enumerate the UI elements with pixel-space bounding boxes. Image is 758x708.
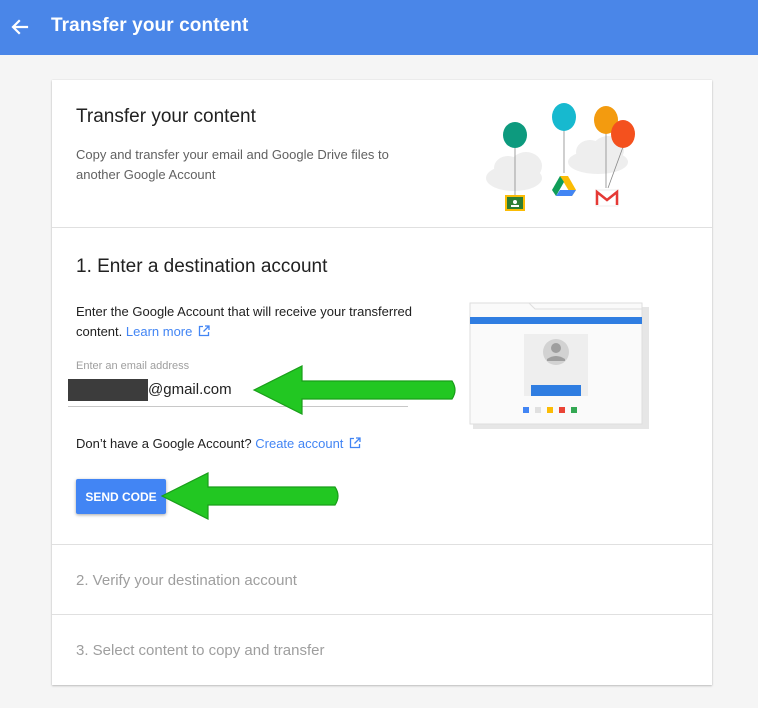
step-2-heading: 2. Verify your destination account [76, 572, 297, 589]
step-3-section[interactable]: 3. Select content to copy and transfer [52, 616, 712, 685]
redacted-email-username [68, 379, 148, 401]
step-3-heading: 3. Select content to copy and transfer [76, 642, 325, 659]
intro-description: Copy and transfer your email and Google … [76, 147, 389, 182]
no-account-text: Don’t have a Google Account? [76, 436, 252, 451]
gmail-icon [595, 189, 619, 207]
app-bar-title: Transfer your content [51, 15, 249, 36]
send-code-button[interactable]: SEND CODE [76, 479, 166, 514]
app-bar: Transfer your content [0, 0, 758, 55]
step-2-section[interactable]: 2. Verify your destination account [52, 546, 712, 615]
learn-more-link[interactable]: Learn more [126, 324, 192, 339]
intro-heading: Transfer your content [76, 106, 256, 127]
classroom-icon [505, 195, 525, 211]
intro-section: Transfer your content Copy and transfer … [52, 80, 712, 228]
browser-account-illustration [469, 302, 649, 429]
step-1-description: Enter the Google Account that will recei… [76, 302, 416, 342]
create-account-link[interactable]: Create account [255, 436, 343, 451]
email-field[interactable]: @gmail.com [68, 379, 408, 407]
drive-icon [552, 176, 576, 196]
open-in-new-icon[interactable] [349, 437, 362, 449]
transfer-card: Transfer your content Copy and transfer … [52, 80, 712, 685]
no-account-row: Don’t have a Google Account? Create acco… [76, 436, 362, 451]
transfer-illustration [486, 103, 635, 211]
balloon-icon [503, 103, 635, 148]
step-1-heading: 1. Enter a destination account [76, 256, 328, 277]
email-domain-text: @gmail.com [148, 381, 232, 398]
open-in-new-icon[interactable] [198, 325, 211, 337]
email-field-label: Enter an email address [76, 360, 190, 372]
step-1-section: 1. Enter a destination account Enter the… [52, 229, 712, 545]
arrow-back-icon[interactable] [8, 14, 32, 40]
